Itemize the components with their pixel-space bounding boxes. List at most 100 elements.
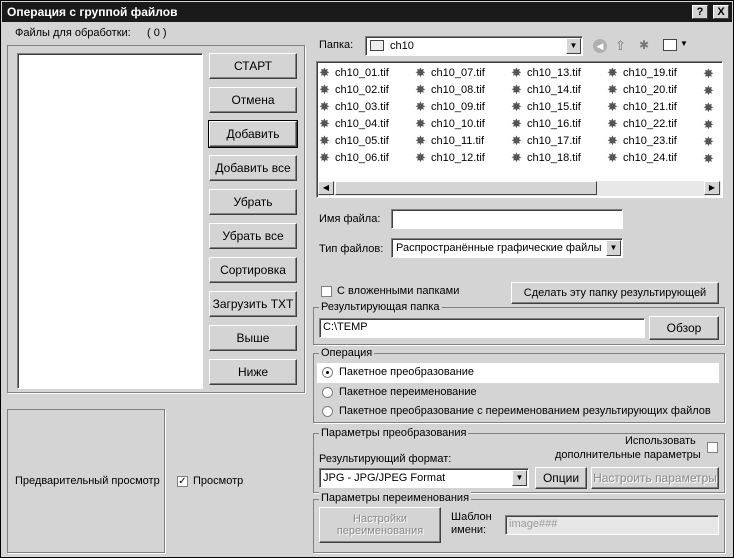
file-item[interactable]: ✸ ch10_04.tif	[319, 117, 389, 131]
make-result-folder-button[interactable]: Сделать эту папку результирующей	[511, 282, 719, 304]
dialog-window: Операция с группой файлов ? X Файлы для …	[0, 0, 734, 558]
file-item[interactable]: ✸ ch10_08.tif	[415, 83, 485, 97]
file-name: ch10_07.tif	[431, 67, 485, 79]
file-item[interactable]: ✸ ch10_02.tif	[319, 83, 389, 97]
file-item[interactable]: ✸ ch10_23.tif	[607, 134, 677, 148]
tif-file-icon: ✸	[607, 116, 618, 131]
file-item[interactable]: ✸ ch10_11.tif	[415, 134, 484, 148]
back-icon[interactable]: ◀	[593, 39, 607, 53]
files-list[interactable]	[17, 53, 203, 389]
load-txt-button[interactable]: Загрузить TXT	[209, 291, 297, 317]
remove-button[interactable]: Убрать	[209, 189, 297, 215]
template-label-1: Шаблон	[451, 511, 492, 523]
file-item[interactable]: ✸ ch10_03.tif	[319, 100, 389, 114]
tif-file-icon: ✸	[511, 150, 522, 165]
file-item[interactable]: ✸ ch10_15.tif	[511, 100, 581, 114]
tif-file-icon: ✸	[319, 150, 330, 165]
scroll-thumb[interactable]	[335, 181, 597, 195]
tif-file-icon: ✸	[511, 133, 522, 148]
operation-option-rename[interactable]: Пакетное переименование	[339, 386, 477, 398]
file-item[interactable]: ✸ ch10_22.tif	[607, 117, 677, 131]
file-item[interactable]: ✸ ch10_10.tif	[415, 117, 485, 131]
folder-combo[interactable]: ch10 ▼	[365, 36, 583, 56]
file-item[interactable]: ✸ ch10_17.tif	[511, 134, 581, 148]
filetype-combo[interactable]: Распространённые графические файлы ▼	[391, 238, 623, 258]
format-label: Результирующий формат:	[319, 453, 452, 465]
view-menu-icon[interactable]	[663, 39, 677, 51]
chevron-down-icon[interactable]: ▼	[512, 470, 527, 486]
file-item[interactable]: ✸ ch10_21.tif	[607, 100, 677, 114]
file-item[interactable]: ✸ ch10_12.tif	[415, 151, 485, 165]
help-button[interactable]: ?	[692, 5, 708, 19]
file-name: ch10_11.tif	[431, 135, 485, 147]
tif-file-icon: ✸	[703, 134, 714, 149]
file-browser-list[interactable]: ✸ ch10_01.tif ✸ ch10_02.tif ✸ ch10_03.tif ✸ ch1…	[316, 61, 723, 198]
result-folder-label: Результирующая папка	[319, 301, 442, 313]
file-item[interactable]: ✸ ch10_14.tif	[511, 83, 581, 97]
preview-checkbox[interactable]: ✓	[177, 476, 188, 487]
file-item[interactable]: ✸ ch10_07.tif	[415, 66, 485, 80]
file-item[interactable]: ✸ ch10_05.tif	[319, 134, 389, 148]
tif-file-icon: ✸	[703, 117, 714, 132]
move-down-button[interactable]: Ниже	[209, 359, 297, 385]
files-label: Файлы для обработки:	[15, 27, 131, 39]
tif-file-icon: ✸	[415, 150, 426, 165]
file-item[interactable]: ✸ ch10_16.tif	[511, 117, 581, 131]
rename-setup-button[interactable]: Настройки переименования	[319, 507, 441, 543]
sort-button[interactable]: Сортировка	[209, 257, 297, 283]
new-folder-icon[interactable]: ✱	[639, 38, 649, 52]
tif-file-icon: ✸	[607, 133, 618, 148]
result-folder-input[interactable]: C:\TEMP	[319, 318, 645, 338]
horizontal-scrollbar[interactable]: ◀ ▶	[318, 181, 721, 196]
rename-setup-line1: Настройки	[353, 513, 407, 525]
folder-icon	[370, 40, 384, 51]
operation-option-convert-rename[interactable]: Пакетное преобразование с переименование…	[339, 405, 711, 417]
rename-params-label: Параметры переименования	[319, 492, 472, 504]
move-up-button[interactable]: Выше	[209, 325, 297, 351]
start-button[interactable]: СТАРТ	[209, 53, 297, 79]
file-name: ch10_23.tif	[623, 135, 677, 147]
up-folder-icon[interactable]: ⇧	[615, 38, 626, 54]
tif-file-icon: ✸	[511, 65, 522, 80]
subfolders-checkbox[interactable]	[321, 286, 332, 297]
tif-file-icon: ✸	[607, 99, 618, 114]
file-item[interactable]: ✸ ch10_01.tif	[319, 66, 389, 80]
tif-file-icon: ✸	[607, 150, 618, 165]
setup-params-button[interactable]: Настроить параметры	[591, 467, 719, 489]
add-all-button[interactable]: Добавить все	[209, 155, 297, 181]
file-item[interactable]: ✸ ch10_13.tif	[511, 66, 581, 80]
file-name: ch10_12.tif	[431, 152, 485, 164]
file-item[interactable]: ✸ ch10_06.tif	[319, 151, 389, 165]
scroll-right-icon[interactable]: ▶	[704, 181, 720, 195]
file-name: ch10_15.tif	[527, 101, 581, 113]
preview-label: Предварительный просмотр	[15, 475, 160, 487]
operation-radio-convert[interactable]	[322, 367, 333, 378]
browse-button[interactable]: Обзор	[649, 316, 719, 340]
operation-radio-convert-rename[interactable]	[322, 406, 333, 417]
operation-option-convert[interactable]: Пакетное преобразование	[339, 366, 474, 378]
template-label-2: имени:	[451, 524, 487, 536]
format-combo[interactable]: JPG - JPG/JPEG Format ▼	[319, 468, 529, 488]
add-button[interactable]: Добавить	[208, 120, 298, 148]
tif-file-icon: ✸	[415, 82, 426, 97]
template-input[interactable]: image###	[505, 515, 719, 535]
remove-all-button[interactable]: Убрать все	[209, 223, 297, 249]
file-item[interactable]: ✸ ch10_09.tif	[415, 100, 485, 114]
use-extra-checkbox[interactable]	[707, 442, 718, 453]
operation-radio-rename[interactable]	[322, 387, 333, 398]
cancel-button[interactable]: Отмена	[209, 87, 297, 113]
chevron-down-icon[interactable]: ▼	[606, 240, 621, 256]
scroll-left-icon[interactable]: ◀	[318, 181, 334, 195]
file-item[interactable]: ✸ ch10_19.tif	[607, 66, 677, 80]
view-chevron-icon[interactable]: ▼	[680, 39, 688, 48]
close-button[interactable]: X	[713, 5, 729, 19]
file-item[interactable]: ✸ ch10_20.tif	[607, 83, 677, 97]
options-button[interactable]: Опции	[535, 467, 587, 489]
chevron-down-icon[interactable]: ▼	[566, 38, 581, 54]
file-item[interactable]: ✸ ch10_18.tif	[511, 151, 581, 165]
tif-file-icon: ✸	[319, 82, 330, 97]
use-extra-label-1: Использовать	[625, 435, 696, 447]
convert-params-label: Параметры преобразования	[319, 427, 469, 439]
file-item[interactable]: ✸ ch10_24.tif	[607, 151, 677, 165]
filename-input[interactable]	[391, 209, 623, 229]
